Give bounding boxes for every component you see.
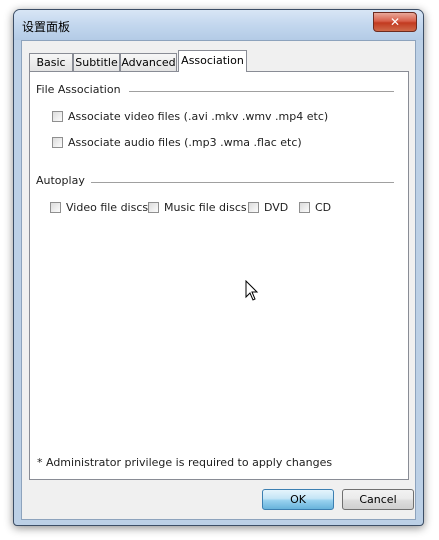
tab-label: Basic <box>36 56 66 69</box>
mouse-pointer-icon <box>245 280 259 301</box>
autoplay-video-discs-row[interactable]: Video file discs <box>50 201 148 214</box>
file-association-heading: File Association <box>36 83 121 96</box>
group-divider <box>129 91 394 92</box>
cancel-button-label: Cancel <box>359 493 397 506</box>
tab-advanced[interactable]: Advanced <box>120 53 177 71</box>
tab-subtitle[interactable]: Subtitle <box>73 53 120 71</box>
group-divider <box>91 182 394 183</box>
autoplay-dvd-label[interactable]: DVD <box>264 201 288 214</box>
autoplay-heading: Autoplay <box>36 174 85 187</box>
ok-button[interactable]: OK <box>262 489 334 510</box>
autoplay-cd-row[interactable]: CD <box>299 201 331 214</box>
autoplay-music-discs-row[interactable]: Music file discs <box>148 201 247 214</box>
close-button[interactable]: ✕ <box>373 12 417 32</box>
tab-label: Subtitle <box>75 56 118 69</box>
associate-video-row[interactable]: Associate video files (.avi .mkv .wmv .m… <box>52 110 328 123</box>
autoplay-dvd-row[interactable]: DVD <box>248 201 288 214</box>
tab-label: Advanced <box>121 56 176 69</box>
admin-privilege-note: * Administrator privilege is required to… <box>37 456 333 469</box>
autoplay-dvd-checkbox[interactable] <box>248 202 259 213</box>
autoplay-video-discs-label[interactable]: Video file discs <box>66 201 148 214</box>
tab-association[interactable]: Association <box>178 50 247 72</box>
title-bar[interactable]: 设置面板 ✕ <box>14 10 423 40</box>
tab-basic[interactable]: Basic <box>29 53 73 71</box>
associate-video-label[interactable]: Associate video files (.avi .mkv .wmv .m… <box>68 110 328 123</box>
associate-audio-row[interactable]: Associate audio files (.mp3 .wma .flac e… <box>52 136 302 149</box>
associate-video-checkbox[interactable] <box>52 111 63 122</box>
associate-audio-checkbox[interactable] <box>52 137 63 148</box>
autoplay-music-discs-checkbox[interactable] <box>148 202 159 213</box>
autoplay-video-discs-checkbox[interactable] <box>50 202 61 213</box>
autoplay-cd-label[interactable]: CD <box>315 201 331 214</box>
associate-audio-label[interactable]: Associate audio files (.mp3 .wma .flac e… <box>68 136 302 149</box>
cancel-button[interactable]: Cancel <box>342 489 414 510</box>
settings-dialog: 设置面板 ✕ Basic Subtitle Advanced Associati… <box>13 9 424 526</box>
association-panel: File Association Associate video files (… <box>29 71 409 480</box>
autoplay-cd-checkbox[interactable] <box>299 202 310 213</box>
dialog-client-area: Basic Subtitle Advanced Association File… <box>21 40 416 520</box>
ok-button-label: OK <box>290 493 306 506</box>
window-title: 设置面板 <box>22 20 71 34</box>
tab-label: Association <box>181 54 244 67</box>
close-icon: ✕ <box>389 15 401 29</box>
autoplay-music-discs-label[interactable]: Music file discs <box>164 201 247 214</box>
